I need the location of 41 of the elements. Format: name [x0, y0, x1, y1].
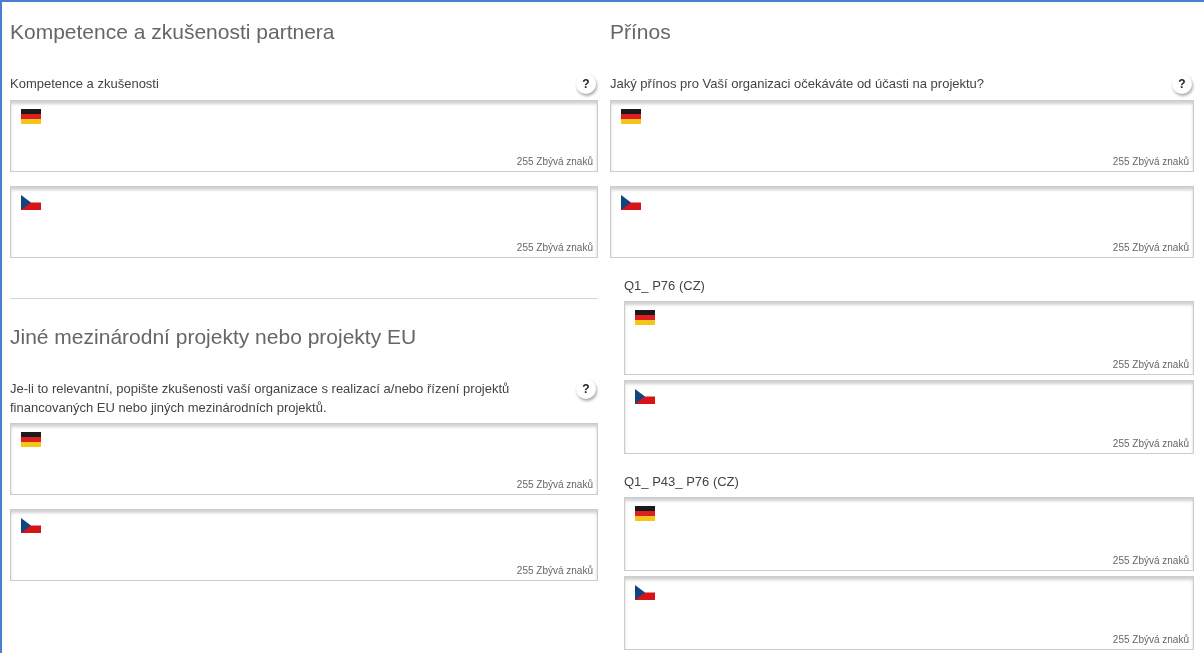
text-area[interactable]: 255 Zbývá znaků — [624, 380, 1194, 454]
field-label: Q1_ P43_ P76 (CZ) — [624, 473, 739, 491]
character-counter: 255 Zbývá znaků — [516, 478, 593, 492]
text-area[interactable]: 255 Zbývá znaků — [10, 423, 598, 495]
czech-flag-icon — [635, 389, 655, 404]
section-title: Kompetence a zkušenosti partnera — [10, 19, 336, 45]
character-counter: 255 Zbývá znaků — [516, 564, 593, 578]
field-label: Jaký přínos pro Vaší organizaci očekáváte od účasti na projektu? — [610, 75, 986, 93]
character-counter: 255 Zbývá znaků — [1112, 155, 1189, 169]
text-area[interactable]: 255 Zbývá znaků — [10, 186, 598, 258]
german-flag-icon — [635, 310, 655, 325]
field-label: Q1_ P76 (CZ) — [624, 277, 705, 295]
czech-flag-icon — [635, 585, 655, 600]
field-label: Je-li to relevantní, popište zkušenosti vaší organizace s realizací a/nebo řízení projektů financovaných EU nebo jiných mezinárodních projektů. — [10, 380, 511, 417]
character-counter: 255 Zbývá znaků — [516, 241, 593, 255]
text-area[interactable]: 255 Zbývá znaků — [624, 576, 1194, 650]
text-area[interactable]: 255 Zbývá znaků — [10, 100, 598, 172]
text-area[interactable]: 255 Zbývá znaků — [610, 186, 1194, 258]
character-counter: 255 Zbývá znaků — [1112, 554, 1189, 568]
czech-flag-icon — [21, 195, 41, 210]
field-label: Kompetence a zkušenosti — [10, 75, 160, 93]
czech-flag-icon — [21, 518, 41, 533]
help-button[interactable]: ? — [1172, 74, 1192, 94]
text-area[interactable]: 255 Zbývá znaků — [610, 100, 1194, 172]
german-flag-icon — [21, 109, 41, 124]
section-title: Přínos — [610, 19, 672, 45]
character-counter: 255 Zbývá znaků — [516, 155, 593, 169]
help-button[interactable]: ? — [576, 379, 596, 399]
text-area[interactable]: 255 Zbývá znaků — [624, 497, 1194, 571]
character-counter: 255 Zbývá znaků — [1112, 437, 1189, 451]
german-flag-icon — [621, 109, 641, 124]
character-counter: 255 Zbývá znaků — [1112, 358, 1189, 372]
character-counter: 255 Zbývá znaků — [1112, 633, 1189, 647]
help-button[interactable]: ? — [576, 74, 596, 94]
character-counter: 255 Zbývá znaků — [1112, 241, 1189, 255]
text-area[interactable]: 255 Zbývá znaků — [624, 301, 1194, 375]
german-flag-icon — [635, 506, 655, 521]
czech-flag-icon — [621, 195, 641, 210]
section-title: Jiné mezinárodní projekty nebo projekty EU — [10, 324, 418, 350]
german-flag-icon — [21, 432, 41, 447]
text-area[interactable]: 255 Zbývá znaků — [10, 509, 598, 581]
